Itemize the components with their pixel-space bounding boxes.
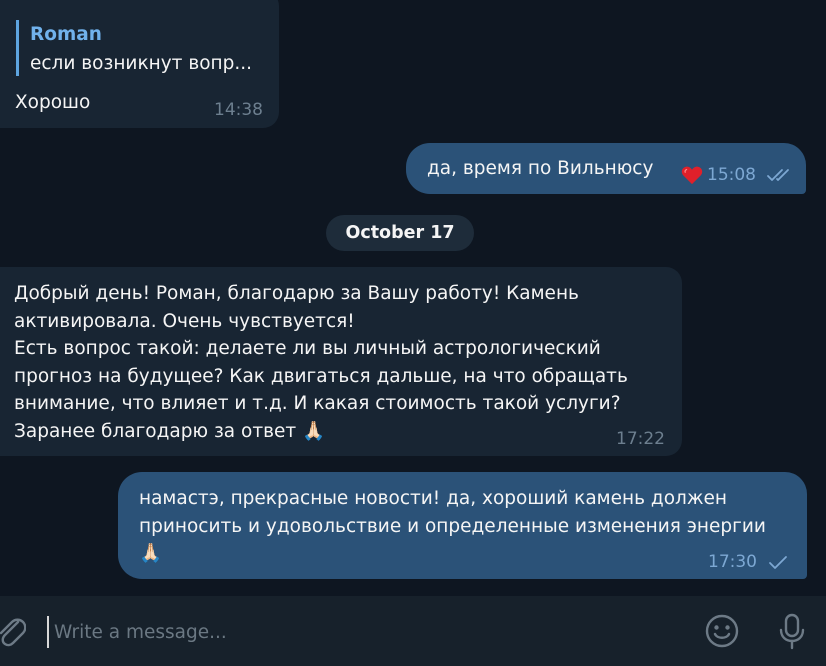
- message-text: Добрый день! Роман, благодарю за Вашу ра…: [14, 280, 654, 445]
- microphone-icon[interactable]: [777, 611, 807, 651]
- emoji-icon[interactable]: [704, 613, 740, 649]
- folded-hands-emoji: 🙏🏻: [302, 420, 326, 442]
- double-check-icon: [767, 169, 789, 181]
- message-composer: [0, 596, 826, 666]
- message-body: Добрый день! Роман, благодарю за Вашу ра…: [14, 283, 628, 442]
- message-bubble-outgoing[interactable]: да, время по Вильнюсу 15:08: [406, 143, 806, 194]
- single-check-icon: [769, 556, 787, 569]
- message-time: 17:30: [708, 552, 757, 572]
- reply-preview: если возникнут вопр...: [30, 53, 253, 74]
- message-text: намастэ, прекрасные новости! да, хороший…: [139, 485, 799, 568]
- message-text: да, время по Вильнюсу: [427, 158, 654, 179]
- message-body: намастэ, прекрасные новости! да, хороший…: [139, 488, 766, 537]
- message-meta: 15:08: [681, 165, 794, 185]
- message-time: 14:38: [214, 100, 263, 120]
- date-separator: October 17: [326, 215, 474, 251]
- reply-author: Roman: [30, 24, 102, 45]
- heart-icon[interactable]: [681, 165, 703, 185]
- chat-history: Roman если возникнут вопр... Хорошо 14:3…: [0, 0, 826, 596]
- message-bubble-outgoing[interactable]: намастэ, прекрасные новости! да, хороший…: [118, 472, 807, 579]
- message-text: Хорошо: [15, 92, 91, 113]
- message-meta: 17:30: [708, 552, 789, 572]
- paperclip-icon[interactable]: [0, 610, 26, 650]
- reply-quote[interactable]: Roman если возникнут вопр...: [16, 20, 270, 76]
- message-time: 15:08: [707, 165, 756, 185]
- message-bubble-incoming[interactable]: Roman если возникнут вопр... Хорошо 14:3…: [0, 0, 279, 128]
- message-input[interactable]: [47, 616, 647, 648]
- message-bubble-incoming[interactable]: Добрый день! Роман, благодарю за Вашу ра…: [0, 267, 682, 456]
- message-meta: 14:38: [214, 100, 263, 120]
- message-time: 17:22: [616, 429, 665, 449]
- message-meta: 17:22: [616, 429, 665, 449]
- folded-hands-emoji: 🙏🏻: [139, 543, 163, 564]
